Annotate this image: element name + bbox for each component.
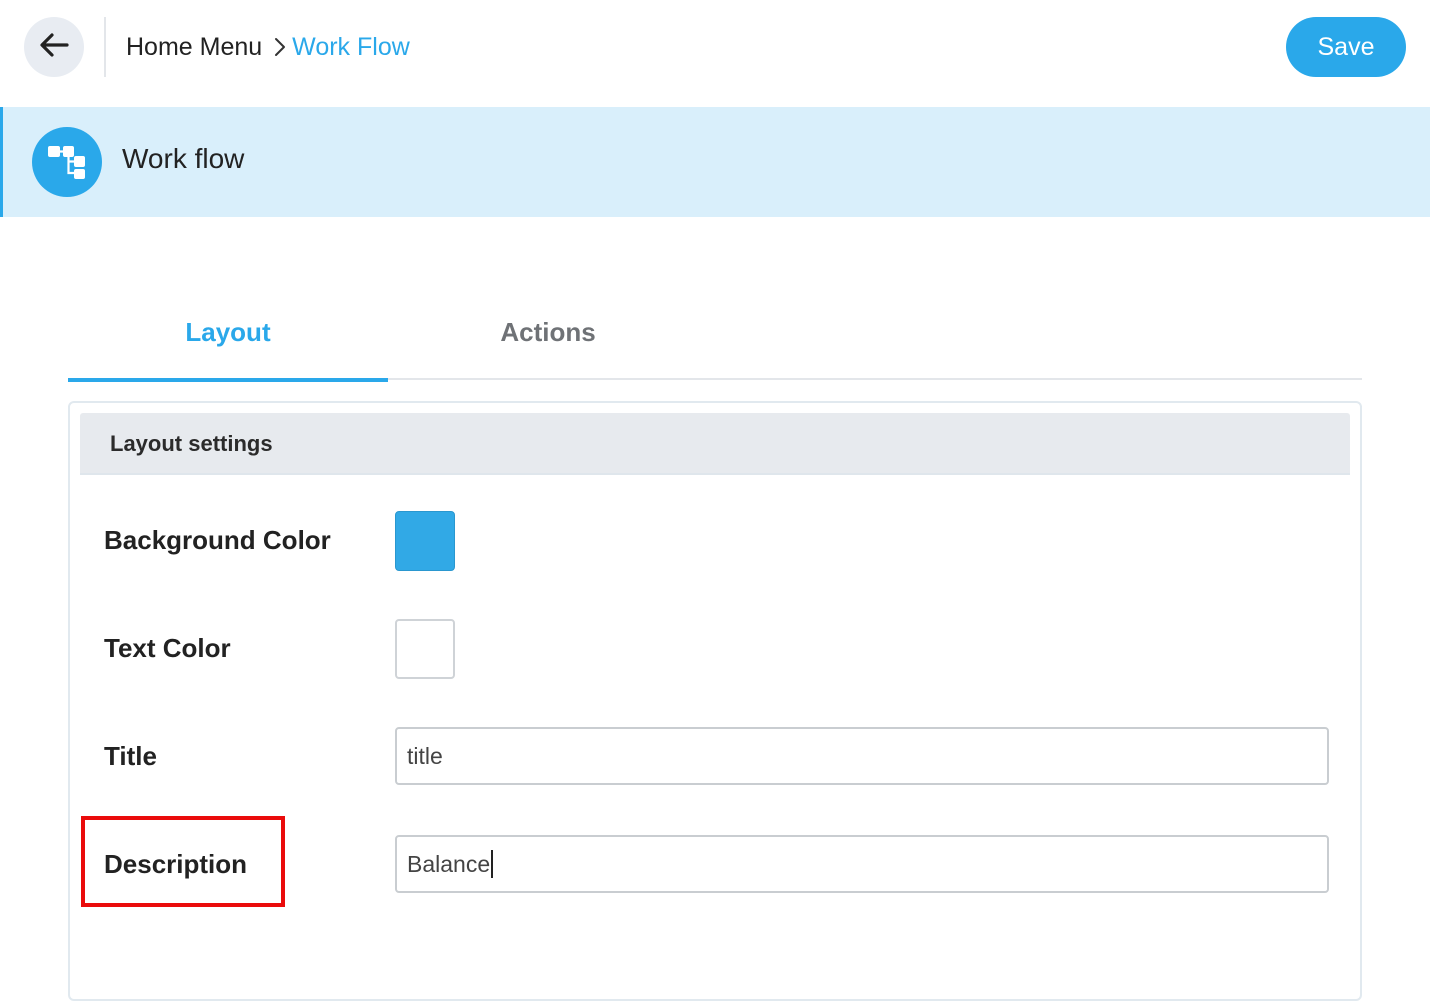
description-label: Description <box>104 849 248 879</box>
description-input[interactable]: Balance <box>395 835 1329 893</box>
breadcrumb-home-link[interactable]: Home Menu <box>126 33 262 62</box>
tab-actions[interactable]: Actions <box>388 290 708 380</box>
workflow-icon <box>32 127 102 197</box>
arrow-left-icon <box>39 32 69 63</box>
text-color-label: Text Color <box>104 633 231 663</box>
text-cursor <box>491 850 494 878</box>
layout-settings-panel: Layout settings Background Color Text Co… <box>68 401 1362 1001</box>
title-input-value: title <box>407 742 443 769</box>
title-label: Title <box>104 741 157 771</box>
page-title: Work flow <box>122 143 245 174</box>
tab-bar: Layout Actions <box>68 290 1362 382</box>
tab-layout[interactable]: Layout <box>68 290 388 382</box>
back-button[interactable] <box>24 17 84 77</box>
page-header: Work flow <box>0 107 1430 217</box>
divider <box>104 17 106 77</box>
save-button[interactable]: Save <box>1286 17 1406 77</box>
background-color-label: Background Color <box>104 525 331 555</box>
description-input-value: Balance <box>407 850 491 877</box>
top-bar: Home Menu Work Flow Save <box>0 0 1430 96</box>
layout-settings-header: Layout settings <box>80 413 1350 475</box>
title-input[interactable]: title <box>395 727 1329 785</box>
text-color-swatch[interactable] <box>395 619 455 679</box>
background-color-swatch[interactable] <box>395 511 455 571</box>
breadcrumb-current-link[interactable]: Work Flow <box>292 33 410 62</box>
breadcrumb: Home Menu Work Flow <box>126 30 410 64</box>
chevron-right-icon <box>274 37 286 57</box>
layout-settings-heading: Layout settings <box>110 431 273 456</box>
